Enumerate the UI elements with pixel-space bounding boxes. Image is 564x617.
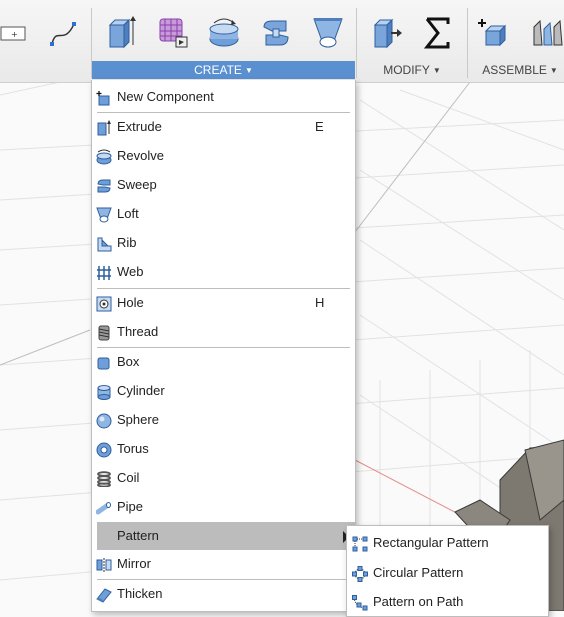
- loft-icon: [313, 18, 343, 48]
- menu-item-cylinder[interactable]: Cylinder: [92, 377, 355, 405]
- menu-item-extrude[interactable]: Extrude E: [92, 113, 355, 141]
- svg-text:+: +: [11, 30, 18, 39]
- toolbar-separator: [467, 8, 468, 78]
- thicken-icon: [96, 588, 112, 603]
- menu-item-loft[interactable]: Loft: [92, 200, 355, 228]
- new-component-icon: [478, 19, 507, 47]
- menu-item-pipe[interactable]: Pipe: [92, 493, 355, 521]
- sweep-toolbar-button[interactable]: [254, 10, 298, 56]
- pattern-submenu: Rectangular Pattern Circular Pattern Pat…: [346, 525, 549, 617]
- form-icon: [159, 18, 188, 48]
- menu-item-mirror[interactable]: Mirror: [92, 550, 355, 578]
- coil-icon: [97, 471, 111, 487]
- menu-item-web[interactable]: Web: [92, 258, 355, 286]
- sketch-spline-button[interactable]: [41, 10, 85, 56]
- caret-down-icon: ▼: [432, 66, 441, 75]
- hole-icon: [96, 296, 112, 312]
- menu-item-rib[interactable]: Rib: [92, 229, 355, 257]
- menu-item-revolve[interactable]: Revolve: [92, 142, 355, 170]
- extrude-icon: [108, 16, 136, 49]
- menu-item-new-component[interactable]: New Component: [92, 83, 355, 111]
- cylinder-icon: [97, 385, 111, 400]
- joint-button[interactable]: [524, 10, 564, 56]
- menu-item-thicken[interactable]: Thicken: [92, 580, 355, 608]
- toolbar-separator: [356, 8, 357, 78]
- box-icon: [97, 357, 110, 370]
- joint-icon: [533, 19, 563, 46]
- form-button[interactable]: [150, 10, 194, 56]
- loft-toolbar-button[interactable]: [306, 10, 350, 56]
- sweep-icon: [263, 20, 289, 46]
- torus-icon: [96, 442, 112, 458]
- loft-icon: [96, 207, 112, 223]
- mirror-icon: [96, 558, 112, 572]
- compute-all-button[interactable]: [415, 10, 459, 56]
- toolbar: + CREATE ▼ MODIFY ▼ ASSEMBLE ▼: [0, 0, 564, 83]
- submenu-item-rectangular-pattern[interactable]: Rectangular Pattern: [347, 529, 548, 557]
- extrude-button[interactable]: [97, 10, 141, 56]
- assemble-menu-button[interactable]: ASSEMBLE ▼: [470, 61, 564, 79]
- menu-item-box[interactable]: Box: [92, 348, 355, 376]
- sigma-icon: [423, 17, 450, 49]
- sweep-icon: [97, 179, 111, 193]
- pattern-on-path-icon: [352, 595, 368, 611]
- revolve-toolbar-button[interactable]: [202, 10, 246, 56]
- new-component-toolbar-button[interactable]: [472, 10, 516, 56]
- sketch-rectangle-button[interactable]: +: [0, 10, 36, 56]
- menu-item-sweep[interactable]: Sweep: [92, 171, 355, 199]
- submenu-item-circular-pattern[interactable]: Circular Pattern: [347, 559, 548, 587]
- press-pull-button[interactable]: [363, 10, 407, 56]
- menu-item-hole[interactable]: Hole H: [92, 289, 355, 317]
- new-component-icon: [96, 91, 110, 106]
- menu-item-thread[interactable]: Thread: [92, 318, 355, 346]
- revolve-icon: [96, 149, 112, 165]
- web-icon: [97, 266, 111, 280]
- spline-icon: [50, 22, 76, 46]
- extrude-icon: [97, 120, 111, 136]
- pipe-icon: [96, 502, 111, 515]
- menu-item-pattern[interactable]: Pattern: [97, 522, 355, 550]
- press-pull-icon: [373, 18, 402, 49]
- caret-down-icon: ▼: [244, 66, 253, 75]
- sphere-icon: [96, 413, 112, 429]
- thread-icon: [98, 325, 110, 341]
- create-menu-button[interactable]: CREATE ▼: [92, 61, 355, 79]
- rectangle-icon: +: [0, 26, 26, 41]
- menu-item-coil[interactable]: Coil: [92, 464, 355, 492]
- caret-down-icon: ▼: [549, 66, 558, 75]
- submenu-item-pattern-on-path[interactable]: Pattern on Path: [347, 588, 548, 616]
- menu-item-torus[interactable]: Torus: [92, 435, 355, 463]
- create-dropdown-menu: New Component Extrude E Revolve Sweep Lo…: [91, 80, 356, 612]
- rectangular-pattern-icon: [352, 536, 368, 552]
- circular-pattern-icon: [352, 566, 368, 582]
- modify-menu-button[interactable]: MODIFY ▼: [358, 61, 466, 79]
- rib-icon: [97, 237, 112, 252]
- menu-item-sphere[interactable]: Sphere: [92, 406, 355, 434]
- revolve-icon: [209, 18, 239, 47]
